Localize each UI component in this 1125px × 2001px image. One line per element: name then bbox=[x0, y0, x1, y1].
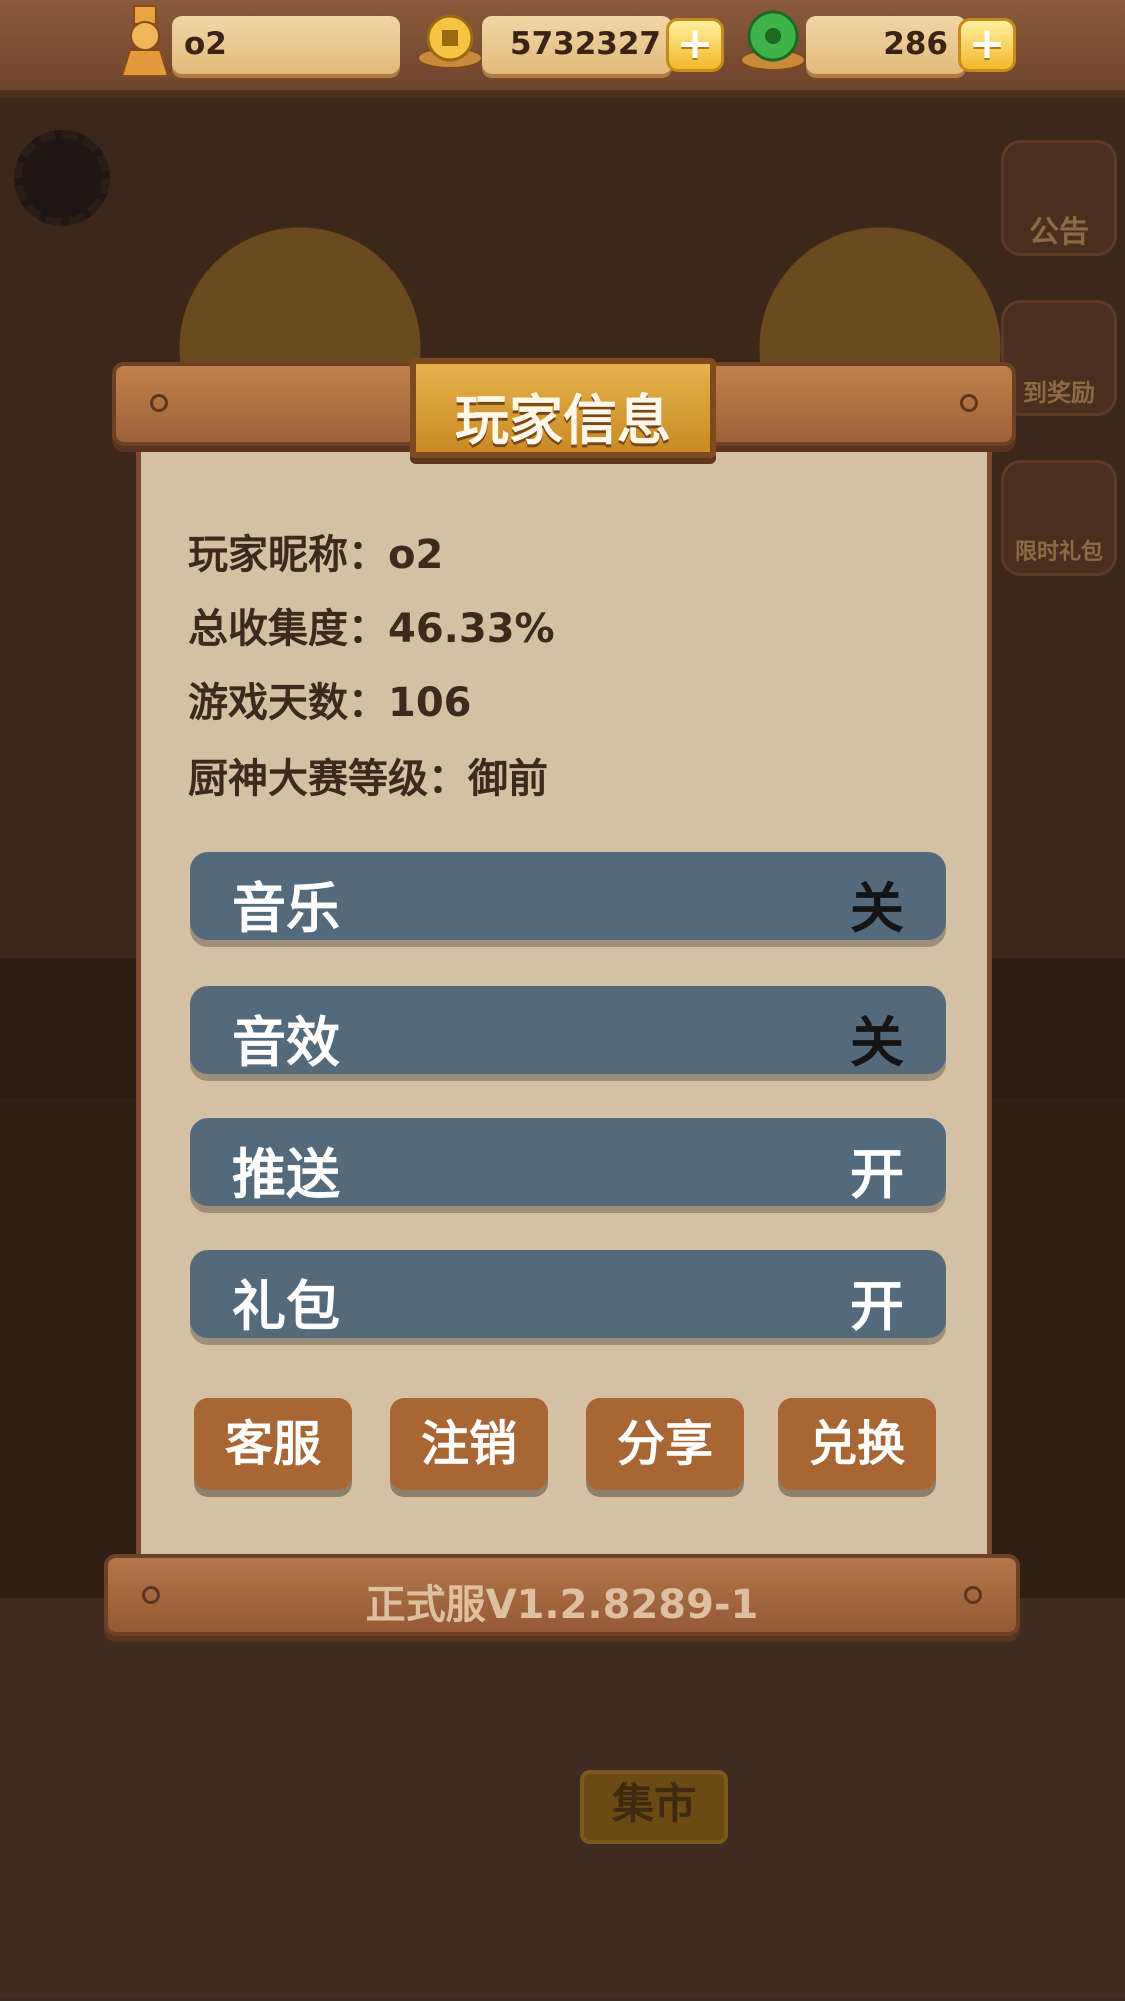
limited-gift-label: 限时礼包 bbox=[1014, 540, 1103, 565]
add-coins-button[interactable]: + bbox=[666, 18, 724, 72]
gift-pack-toggle[interactable]: 礼包 开 bbox=[190, 1250, 946, 1338]
add-coins-plus-icon: + bbox=[676, 18, 714, 69]
toggle-label: 音效 bbox=[232, 1011, 340, 1074]
logout-button[interactable]: 注销 bbox=[390, 1398, 548, 1490]
info-value: 106 bbox=[388, 680, 472, 726]
info-label: 总收集度： bbox=[188, 606, 388, 652]
toggle-label: 音乐 bbox=[232, 877, 340, 940]
gem-counter: 286 bbox=[806, 16, 966, 74]
info-value: 46.33% bbox=[388, 606, 555, 652]
settings-gear-icon[interactable] bbox=[14, 130, 110, 226]
player-name: o2 bbox=[184, 26, 227, 62]
dialog-title: 玩家信息 bbox=[455, 389, 671, 452]
toggle-state: 开 bbox=[850, 1275, 904, 1338]
copper-coin-icon bbox=[414, 12, 486, 70]
resource-bar: o2 5732327 + 286 + bbox=[0, 0, 1125, 98]
button-label: 客服 bbox=[224, 1416, 321, 1472]
coin-amount: 5732327 bbox=[510, 26, 661, 62]
info-nickname: 玩家昵称：o2 bbox=[188, 522, 443, 580]
player-name-field: o2 bbox=[172, 16, 400, 74]
signin-reward-label: 到奖励 bbox=[1023, 379, 1095, 407]
music-toggle[interactable]: 音乐 关 bbox=[190, 852, 946, 940]
add-gems-button[interactable]: + bbox=[958, 18, 1016, 72]
customer-service-button[interactable]: 客服 bbox=[194, 1398, 352, 1490]
info-game-days: 游戏天数：106 bbox=[188, 670, 472, 728]
coin-counter: 5732327 bbox=[482, 16, 672, 74]
info-label: 游戏天数： bbox=[188, 680, 388, 726]
toggle-state: 关 bbox=[850, 1011, 904, 1074]
chef-avatar-icon[interactable] bbox=[116, 4, 174, 78]
version-label: 正式服V1.2.8289-1 bbox=[365, 1582, 759, 1628]
share-button[interactable]: 分享 bbox=[586, 1398, 744, 1490]
info-label: 厨神大赛等级： bbox=[188, 756, 468, 802]
jade-gem-icon bbox=[736, 8, 810, 72]
notice-button[interactable]: 公告 bbox=[1001, 140, 1117, 256]
info-value: o2 bbox=[388, 532, 444, 578]
add-gems-plus-icon: + bbox=[968, 18, 1006, 69]
toggle-label: 礼包 bbox=[232, 1275, 340, 1338]
button-label: 兑换 bbox=[808, 1416, 905, 1472]
push-toggle[interactable]: 推送 开 bbox=[190, 1118, 946, 1206]
info-collection: 总收集度：46.33% bbox=[188, 596, 555, 654]
sound-effects-toggle[interactable]: 音效 关 bbox=[190, 986, 946, 1074]
info-label: 玩家昵称： bbox=[188, 532, 388, 578]
notice-label: 公告 bbox=[1029, 215, 1089, 250]
redeem-button[interactable]: 兑换 bbox=[778, 1398, 936, 1490]
market-sign[interactable]: 集市 bbox=[580, 1770, 728, 1844]
toggle-state: 开 bbox=[850, 1143, 904, 1206]
limited-gift-button[interactable]: 限时礼包 bbox=[1001, 460, 1117, 576]
scene-floor bbox=[0, 1598, 1125, 1998]
info-value: 御前 bbox=[468, 756, 548, 802]
info-contest-level: 厨神大赛等级：御前 bbox=[188, 746, 548, 804]
signin-reward-button[interactable]: 到奖励 bbox=[1001, 300, 1117, 416]
toggle-state: 关 bbox=[850, 877, 904, 940]
market-label: 集市 bbox=[611, 1779, 696, 1828]
button-label: 分享 bbox=[616, 1416, 713, 1472]
button-label: 注销 bbox=[420, 1416, 517, 1472]
gem-amount: 286 bbox=[883, 26, 948, 62]
nail-icon bbox=[150, 394, 168, 412]
nail-icon bbox=[960, 394, 978, 412]
toggle-label: 推送 bbox=[232, 1143, 340, 1206]
dialog-title-plate: 玩家信息 bbox=[410, 358, 716, 458]
